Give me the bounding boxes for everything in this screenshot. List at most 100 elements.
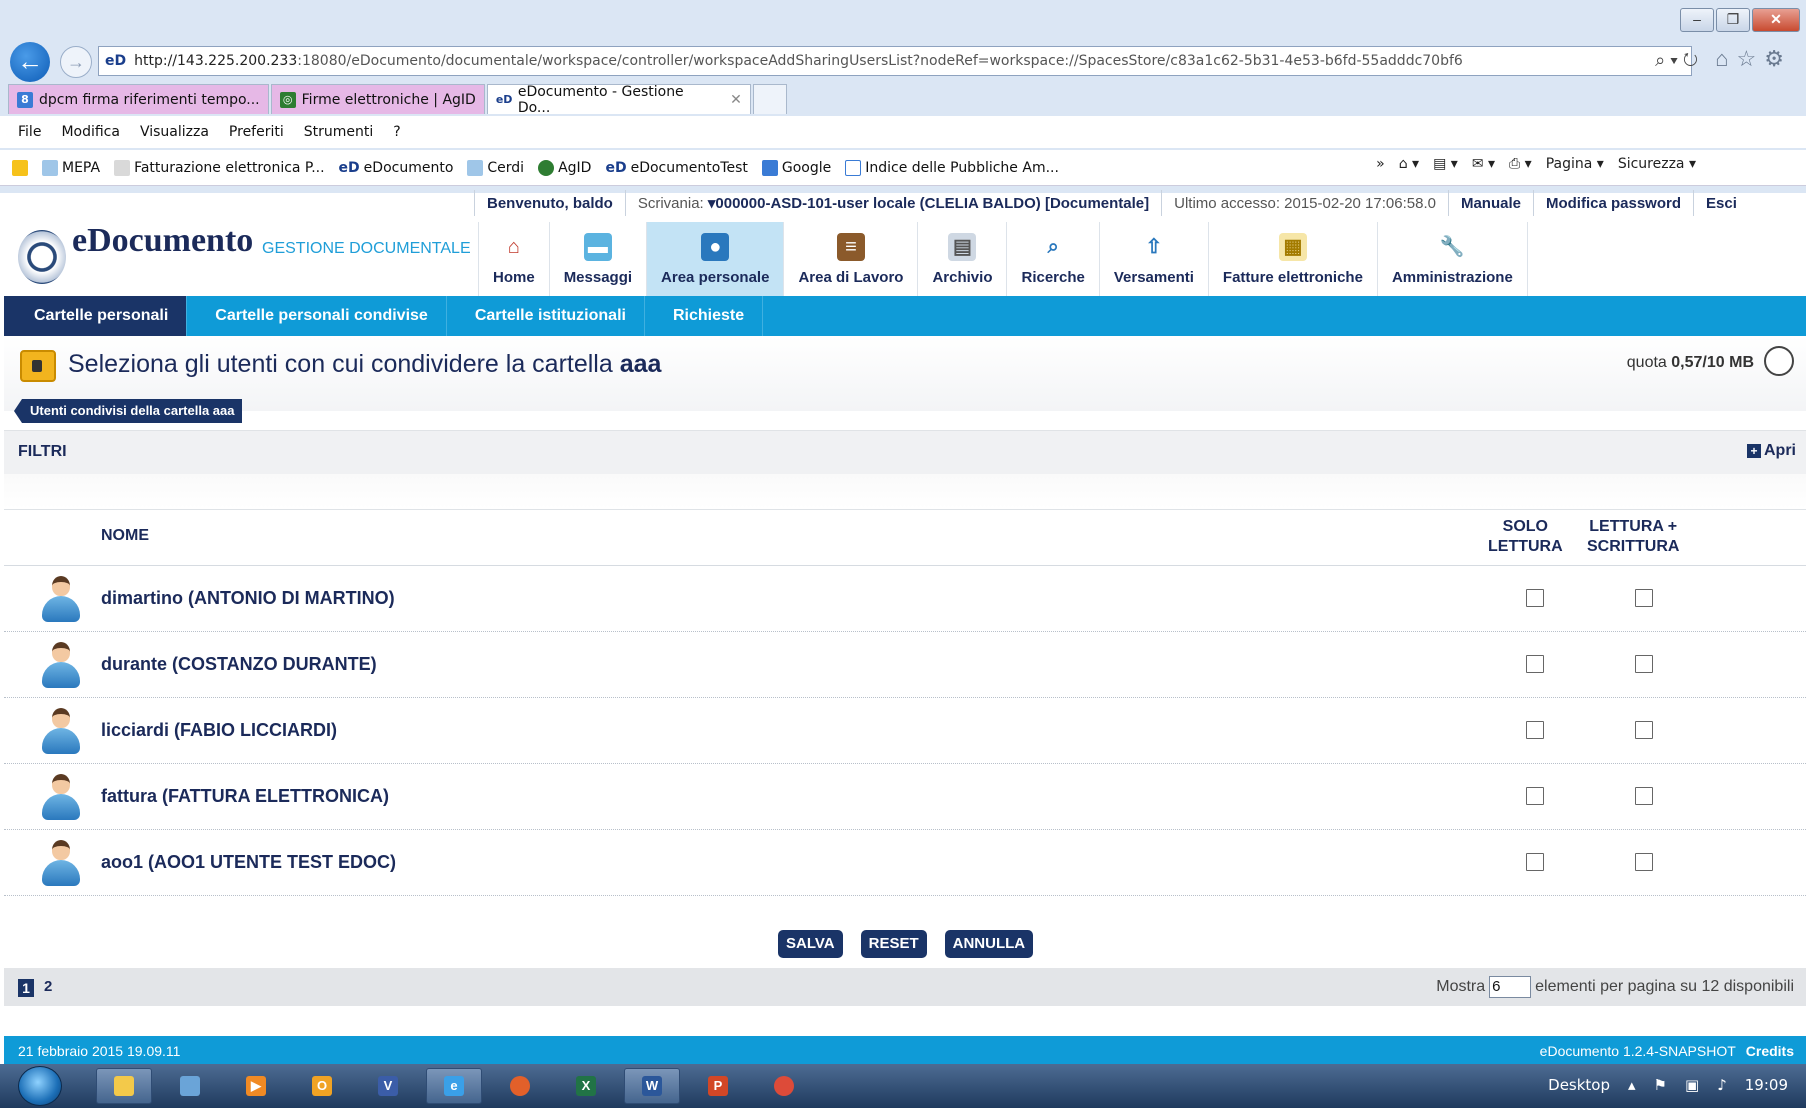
save-button[interactable]: SALVA [778, 930, 843, 958]
reset-button[interactable]: RESET [860, 930, 927, 958]
volume-icon[interactable]: ♪ [1717, 1076, 1727, 1094]
module-area-di-lavoro[interactable]: ≡ Area di Lavoro [783, 222, 917, 296]
scrivania-select[interactable]: ▾000000-ASD-101-user locale (CLELIA BALD… [708, 194, 1149, 212]
fav-edocumentotest[interactable]: eD eDocumentoTest [605, 160, 747, 176]
favorites-star-icon[interactable] [12, 159, 28, 176]
restore-button[interactable]: ❐ [1716, 8, 1750, 32]
forward-button[interactable]: → [60, 46, 92, 78]
module-versamenti[interactable]: ⇧ Versamenti [1098, 222, 1208, 296]
scrivania[interactable]: Scrivania: ▾000000-ASD-101-user locale (… [624, 190, 1161, 216]
menu-help[interactable]: ? [393, 124, 400, 140]
menu-preferiti[interactable]: Preferiti [229, 124, 284, 140]
menu-modifica[interactable]: Modifica [61, 124, 120, 140]
desktop-toolbar[interactable]: Desktop [1548, 1076, 1610, 1094]
read-write-checkbox[interactable] [1635, 787, 1653, 805]
change-password-link[interactable]: Modifica password [1532, 190, 1693, 216]
media-player-icon[interactable]: ▶ [228, 1068, 284, 1104]
print-icon[interactable]: ⎙ ▾ [1509, 156, 1532, 172]
tab-edocumento[interactable]: eD eDocumento - Gestione Do... ✕ [486, 84, 751, 116]
user-avatar-icon [40, 840, 82, 886]
start-button[interactable] [18, 1066, 62, 1106]
computer-icon[interactable] [162, 1068, 218, 1104]
feeds-icon[interactable]: ▤ ▾ [1433, 156, 1458, 172]
module-label: Amministrazione [1391, 269, 1513, 286]
close-window-button[interactable]: ✕ [1752, 8, 1800, 32]
subnav-richieste[interactable]: Richieste [645, 296, 764, 336]
read-write-checkbox[interactable] [1635, 589, 1653, 607]
home-icon[interactable]: ⌂ [1715, 46, 1736, 71]
excel-icon[interactable]: X [558, 1068, 614, 1104]
module-archivio[interactable]: ▤ Archivio [917, 222, 1006, 296]
fav-google[interactable]: Google [761, 159, 831, 176]
fav-cerdi[interactable]: Cerdi [467, 159, 524, 176]
read-only-checkbox[interactable] [1526, 853, 1544, 871]
network-icon[interactable]: ▣ [1685, 1076, 1699, 1094]
clock[interactable]: 19:09 [1745, 1076, 1788, 1094]
mail-icon[interactable]: ✉ ▾ [1472, 156, 1495, 172]
subnav-cartelle-condivise[interactable]: Cartelle personali condivise [187, 296, 447, 336]
tab-dpcm[interactable]: 8 dpcm firma riferimenti tempo... [8, 84, 269, 114]
home-cmd-icon[interactable]: ⌂ ▾ [1399, 156, 1419, 172]
module-label: Home [493, 269, 535, 286]
minimize-button[interactable]: – [1680, 8, 1714, 32]
back-button[interactable]: ← [10, 42, 50, 82]
more-icon[interactable]: » [1376, 156, 1385, 172]
chrome-icon[interactable] [756, 1068, 812, 1104]
wrench-icon: 🔧 [1439, 236, 1465, 258]
read-only-checkbox[interactable] [1526, 655, 1544, 673]
module-messaggi[interactable]: ▬ Messaggi [548, 222, 646, 296]
read-only-checkbox[interactable] [1526, 589, 1544, 607]
menu-strumenti[interactable]: Strumenti [304, 124, 374, 140]
logout-link[interactable]: Esci [1693, 190, 1749, 216]
page-menu[interactable]: Pagina ▾ [1546, 156, 1604, 172]
fav-edocumento[interactable]: eD eDocumento [339, 160, 454, 176]
word-icon[interactable]: W [624, 1068, 680, 1104]
menu-visualizza[interactable]: Visualizza [140, 124, 209, 140]
read-write-checkbox[interactable] [1635, 721, 1653, 739]
menu-file[interactable]: File [18, 124, 41, 140]
gear-icon[interactable]: ⚙ [1764, 46, 1792, 71]
explorer-icon[interactable] [96, 1068, 152, 1104]
module-ricerche[interactable]: ⌕ Ricerche [1006, 222, 1098, 296]
subnav-cartelle-istituzionali[interactable]: Cartelle istituzionali [447, 296, 645, 336]
tray-expand-icon[interactable]: ▴ [1628, 1076, 1636, 1094]
visio-icon[interactable]: V [360, 1068, 416, 1104]
refresh-icon[interactable]: ↻ [1683, 50, 1698, 70]
tab-agid[interactable]: ◎ Firme elettroniche | AgID [270, 84, 485, 114]
cancel-button[interactable]: ANNULLA [944, 930, 1034, 958]
subnav-cartelle-personali[interactable]: Cartelle personali [4, 296, 188, 336]
powerpoint-icon[interactable]: P [690, 1068, 746, 1104]
fav-indice-pa[interactable]: Indice delle Pubbliche Am... [845, 159, 1059, 176]
flag-icon[interactable]: ⚑ [1654, 1076, 1667, 1094]
address-bar[interactable]: eD http://143.225.200.233 :18080/eDocume… [98, 46, 1692, 76]
close-tab-icon[interactable]: ✕ [730, 92, 742, 108]
column-nome[interactable]: NOME [101, 527, 149, 545]
read-only-checkbox[interactable] [1526, 787, 1544, 805]
module-area-personale[interactable]: ● Area personale [646, 222, 784, 296]
plus-icon: + [1747, 444, 1761, 458]
fav-mepa[interactable]: MEPA [42, 159, 100, 176]
read-write-checkbox[interactable] [1635, 655, 1653, 673]
page-size-input[interactable]: 6 [1489, 976, 1532, 998]
new-tab-button[interactable] [752, 84, 787, 114]
firefox-icon[interactable] [492, 1068, 548, 1104]
breadcrumb[interactable]: Utenti condivisi della cartella aaa [14, 399, 243, 423]
module-amministrazione[interactable]: 🔧 Amministrazione [1376, 222, 1528, 296]
security-menu[interactable]: Sicurezza ▾ [1618, 156, 1696, 172]
read-write-checkbox[interactable] [1635, 853, 1653, 871]
internet-explorer-icon[interactable]: e [426, 1068, 482, 1104]
credits-link[interactable]: Credits [1746, 1043, 1794, 1059]
read-only-checkbox[interactable] [1526, 721, 1544, 739]
filters-open-button[interactable]: + Apri [1747, 442, 1796, 460]
fav-agid[interactable]: AgID [538, 159, 591, 176]
office-icon[interactable]: O [294, 1068, 350, 1104]
module-home[interactable]: ⌂ Home [478, 222, 549, 296]
table-row: fattura (FATTURA ELETTRONICA) [4, 764, 1806, 830]
fav-fatturazione[interactable]: Fatturazione elettronica P... [114, 159, 325, 176]
page-2-button[interactable]: 2 [44, 978, 52, 995]
manuale-link[interactable]: Manuale [1447, 190, 1533, 216]
star-icon[interactable]: ☆ [1737, 46, 1765, 71]
search-icon[interactable]: ⌕ [1655, 50, 1665, 70]
page-1-button[interactable]: 1 [18, 979, 34, 997]
module-fatture[interactable]: ▦ Fatture elettroniche [1207, 222, 1377, 296]
